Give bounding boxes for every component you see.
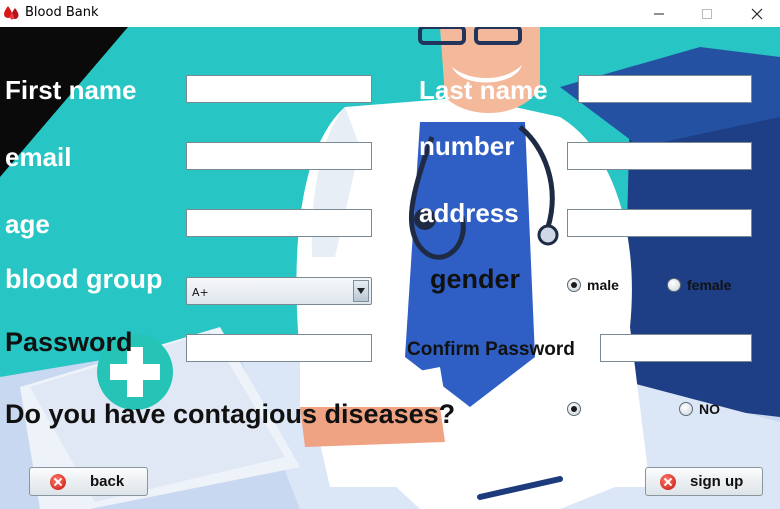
email-field[interactable] — [186, 142, 372, 170]
last-name-label: Last name — [419, 75, 548, 105]
gender-female-radio[interactable]: female — [667, 277, 731, 293]
sign-up-button-label: sign up — [690, 473, 744, 490]
confirm-password-label: Confirm Password — [407, 339, 575, 360]
diseases-yes-label: YES — [587, 401, 616, 417]
blood-drops-icon — [4, 6, 19, 20]
gender-female-label: female — [687, 277, 732, 293]
sign-up-button[interactable]: sign up — [645, 467, 763, 496]
close-button[interactable] — [734, 0, 780, 27]
radio-unselected-icon — [667, 278, 681, 292]
radio-selected-icon — [567, 402, 581, 416]
window-title: Blood Bank — [25, 5, 99, 20]
radio-selected-icon — [567, 278, 581, 292]
first-name-label: First name — [5, 75, 137, 105]
blood-group-value: A+ — [192, 286, 209, 299]
minimize-button[interactable] — [636, 0, 682, 27]
number-label: number — [419, 131, 515, 161]
title-bar: Blood Bank — [0, 0, 780, 27]
diseases-no-radio[interactable]: NO — [679, 401, 720, 417]
close-circle-icon — [50, 473, 66, 490]
blood-group-select[interactable]: A+ — [186, 277, 372, 305]
back-button[interactable]: back — [29, 467, 148, 496]
form-panel: First name Last name email number age ad… — [0, 27, 780, 509]
age-field[interactable] — [186, 209, 372, 237]
chevron-down-icon — [357, 288, 365, 294]
number-field[interactable] — [567, 142, 752, 170]
radio-unselected-icon — [679, 402, 693, 416]
combo-arrow-button[interactable] — [353, 280, 369, 302]
gender-male-label: male — [587, 277, 619, 293]
password-label: Password — [5, 327, 133, 357]
gender-male-radio[interactable]: male — [567, 277, 619, 293]
gender-label: gender — [430, 264, 521, 294]
close-icon — [751, 8, 763, 19]
email-label: email — [5, 142, 72, 172]
password-field[interactable] — [186, 334, 372, 362]
address-label: address — [419, 198, 519, 228]
back-button-label: back — [90, 473, 125, 490]
maximize-icon — [702, 8, 712, 19]
confirm-password-field[interactable] — [600, 334, 752, 362]
address-field[interactable] — [567, 209, 752, 237]
minimize-icon — [654, 13, 664, 14]
last-name-field[interactable] — [578, 75, 752, 103]
close-circle-icon — [660, 473, 676, 490]
age-label: age — [5, 209, 50, 239]
diseases-yes-radio[interactable]: YES — [567, 401, 615, 417]
maximize-button[interactable] — [684, 0, 730, 27]
blood-group-label: blood group — [5, 264, 163, 294]
first-name-field[interactable] — [186, 75, 372, 103]
contagious-diseases-label: Do you have contagious diseases? — [5, 399, 456, 429]
diseases-no-label: NO — [699, 401, 720, 417]
